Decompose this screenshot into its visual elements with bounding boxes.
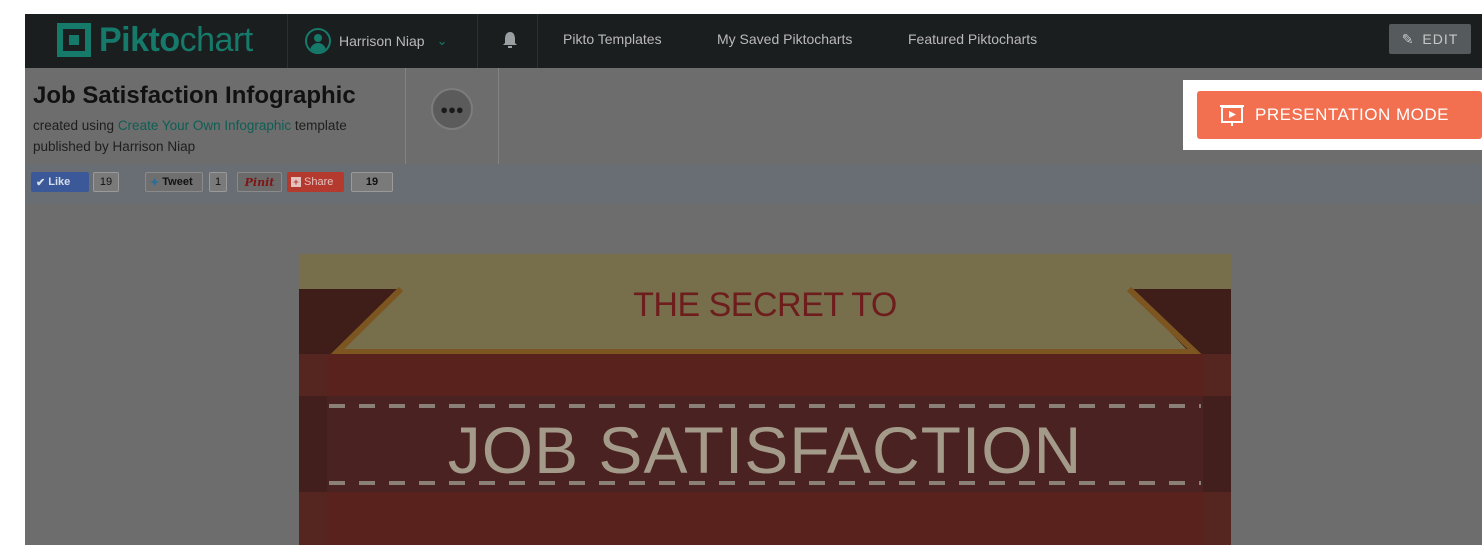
plus-icon: + (291, 177, 301, 187)
nav-divider (537, 14, 538, 68)
presentation-mode-label: PRESENTATION MODE (1255, 105, 1449, 124)
pinterest-pin-button[interactable]: Pinit (237, 172, 282, 192)
nav-link-featured-piktocharts[interactable]: Featured Piktocharts (908, 31, 1037, 47)
bell-icon[interactable] (501, 30, 519, 50)
pencil-icon: ✎ (1401, 30, 1415, 47)
facebook-like-count: 19 (93, 172, 119, 192)
template-credit: created using Create Your Own Infographi… (33, 118, 347, 133)
header-divider (498, 68, 499, 164)
nav-divider (287, 14, 288, 68)
facebook-like-button[interactable]: ✔ Like (31, 172, 89, 192)
infographic-canvas: THE SECRET TO JOB SATISFACTION (299, 254, 1231, 545)
edit-label: EDIT (1422, 31, 1459, 47)
infographic-headline: JOB SATISFACTION (447, 413, 1083, 487)
presentation-screen-icon (1220, 105, 1244, 126)
piktochart-wordmark: Piktochart (99, 20, 253, 59)
page-frame: Piktochart Harrison Niap ⌄ Pikto Templat… (25, 14, 1482, 545)
tweet-count: 1 (209, 172, 227, 192)
top-navbar: Piktochart Harrison Niap ⌄ Pikto Templat… (25, 14, 1482, 68)
page-title: Job Satisfaction Infographic (33, 82, 356, 109)
presentation-mode-button[interactable]: PRESENTATION MODE (1197, 91, 1482, 139)
share-count: 19 (351, 172, 393, 192)
tweet-button[interactable]: ✦ Tweet (145, 172, 203, 192)
user-avatar-icon (305, 28, 331, 54)
presentation-mode-highlight: PRESENTATION MODE (1183, 80, 1482, 150)
check-icon: ✔ (36, 176, 49, 189)
user-name: Harrison Niap (339, 33, 425, 49)
group-users-icon[interactable]: ●●● (431, 88, 473, 130)
twitter-bird-icon: ✦ (150, 176, 163, 189)
published-by: published by Harrison Niap (33, 139, 196, 154)
social-share-bar: ✔ Like 19 ✦ Tweet 1 Pinit + Share 19 (25, 164, 1482, 204)
infographic-header: Job Satisfaction Infographic created usi… (25, 68, 1482, 164)
user-menu[interactable]: Harrison Niap ⌄ (305, 26, 448, 56)
nav-divider (477, 14, 478, 68)
infographic-kicker: THE SECRET TO (633, 286, 897, 324)
chevron-down-icon: ⌄ (436, 33, 448, 48)
nav-link-pikto-templates[interactable]: Pikto Templates (563, 31, 662, 47)
share-label: Share (304, 176, 334, 188)
share-button[interactable]: + Share (287, 172, 344, 192)
facebook-like-label: Like (48, 176, 71, 188)
header-divider (405, 68, 406, 164)
tweet-label: Tweet (162, 176, 193, 188)
nav-link-my-saved-piktocharts[interactable]: My Saved Piktocharts (717, 31, 852, 47)
piktochart-logo-icon (57, 23, 91, 57)
edit-button[interactable]: ✎ EDIT (1389, 24, 1471, 54)
template-link[interactable]: Create Your Own Infographic (118, 118, 291, 133)
piktochart-logo[interactable]: Piktochart (57, 20, 253, 60)
